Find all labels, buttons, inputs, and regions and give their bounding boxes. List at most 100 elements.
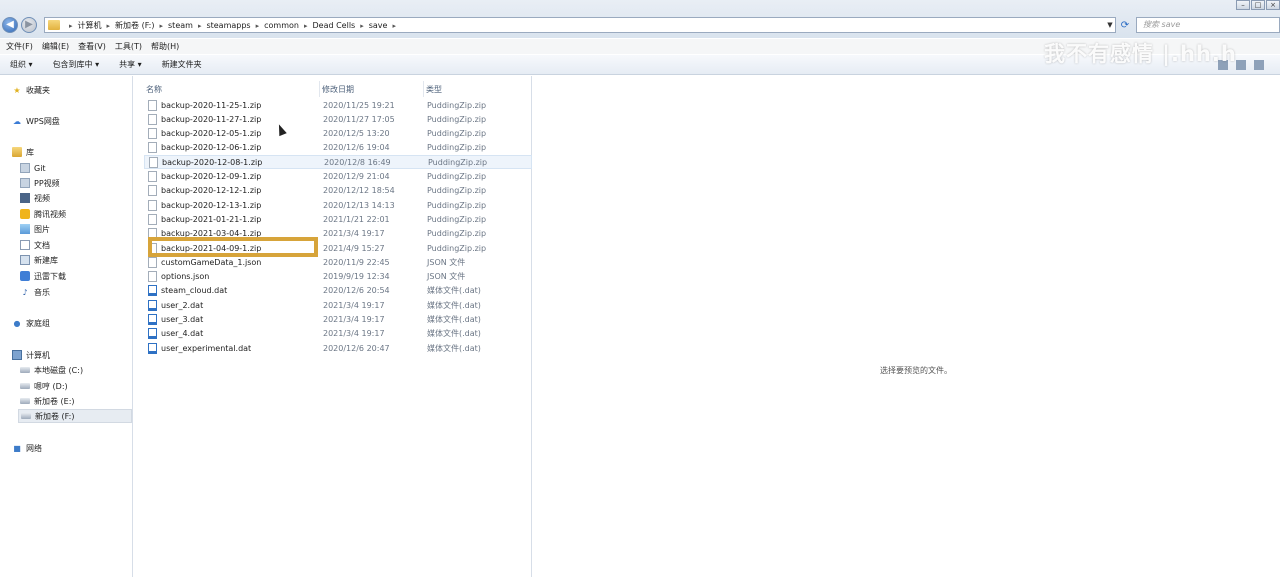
column-header-type[interactable]: 类型: [426, 81, 526, 97]
crumb-drive-f[interactable]: 新加卷 (F:): [113, 20, 156, 31]
address-bar[interactable]: ▸ 计算机 ▸ 新加卷 (F:) ▸ steam ▸ steamapps ▸ c…: [44, 17, 1116, 33]
chevron-down-icon: ▼: [1107, 21, 1113, 29]
nav-library-thunder-downloads[interactable]: 迅雷下载: [20, 269, 66, 283]
json-file-icon: [148, 256, 157, 268]
column-header-date[interactable]: 修改日期: [322, 81, 424, 97]
file-row[interactable]: backup-2020-12-12-1.zip 2020/12/12 18:54 P…: [144, 184, 532, 198]
nav-drive-d[interactable]: 嗯哼 (D:): [20, 379, 68, 393]
nav-library-pp-video[interactable]: PP视频: [20, 176, 60, 190]
nav-drive-f[interactable]: 新加卷 (F:): [18, 409, 132, 423]
nav-network[interactable]: ■ 网络: [12, 441, 42, 455]
file-type: 媒体文件(.dat): [427, 343, 481, 353]
nav-label: 收藏夹: [26, 85, 50, 95]
organize-button[interactable]: 组织 ▾: [10, 59, 33, 70]
column-header-name[interactable]: 名称: [146, 81, 320, 97]
music-icon: ♪: [22, 287, 28, 297]
drive-icon: [20, 367, 30, 373]
file-row[interactable]: backup-2020-12-13-1.zip 2020/12/13 14:13 P…: [144, 198, 532, 212]
file-row[interactable]: options.json 2019/9/19 12:34 JSON 文件: [144, 270, 532, 284]
file-date: 2021/3/4 19:17: [323, 229, 385, 239]
crumb-common[interactable]: common: [262, 21, 301, 30]
file-type: PuddingZip.zip: [427, 114, 487, 124]
crumb-steamapps[interactable]: steamapps: [204, 21, 252, 30]
file-row[interactable]: backup-2020-12-08-1.zip 2020/12/8 16:49 Pu…: [144, 155, 532, 170]
file-name: options.json: [161, 272, 210, 282]
chevron-right-icon[interactable]: ▸: [301, 22, 311, 30]
menu-tools[interactable]: 工具(T): [115, 41, 142, 52]
nav-label: 新建库: [34, 255, 58, 265]
menu-help[interactable]: 帮助(H): [151, 41, 179, 52]
nav-drive-c[interactable]: 本地磁盘 (C:): [20, 363, 83, 377]
file-type: JSON 文件: [427, 272, 466, 282]
file-row[interactable]: backup-2020-11-25-1.zip 2020/11/25 19:21 P…: [144, 98, 532, 112]
chevron-right-icon[interactable]: ▸: [104, 22, 114, 30]
menu-view[interactable]: 查看(V): [78, 41, 106, 52]
nav-drive-e[interactable]: 新加卷 (E:): [20, 394, 75, 408]
preview-pane-icon[interactable]: [1236, 60, 1246, 70]
nav-wps-cloud[interactable]: ☁ WPS网盘: [12, 114, 60, 128]
new-folder-button[interactable]: 新建文件夹: [162, 59, 202, 70]
nav-computer[interactable]: 计算机: [12, 348, 50, 362]
back-button[interactable]: ◀: [2, 17, 18, 33]
file-row[interactable]: backup-2020-11-27-1.zip 2020/11/27 17:05 P…: [144, 112, 532, 126]
file-row[interactable]: steam_cloud.dat 2020/12/6 20:54 媒体文件(.dat): [144, 284, 532, 298]
nav-library-documents[interactable]: 文档: [20, 238, 50, 252]
chevron-right-icon[interactable]: ▸: [357, 22, 367, 30]
chevron-right-icon[interactable]: ▸: [253, 22, 263, 30]
breadcrumb: ▸ 计算机 ▸ 新加卷 (F:) ▸ steam ▸ steamapps ▸ c…: [66, 20, 399, 31]
share-button[interactable]: 共享 ▾: [119, 59, 142, 70]
crumb-computer[interactable]: 计算机: [76, 20, 104, 31]
minimize-button[interactable]: –: [1236, 0, 1250, 10]
maximize-button[interactable]: □: [1251, 0, 1265, 10]
zip-file-icon: [148, 171, 157, 182]
forward-button[interactable]: ▶: [21, 17, 37, 33]
nav-library-git[interactable]: Git: [20, 161, 46, 175]
close-button[interactable]: ×: [1266, 0, 1280, 10]
chevron-right-icon[interactable]: ▸: [157, 22, 167, 30]
address-dropdown-button[interactable]: ▼: [1104, 17, 1116, 33]
chevron-right-icon[interactable]: ▸: [195, 22, 205, 30]
file-row[interactable]: customGameData_1.json 2020/11/9 22:45 JSON…: [144, 255, 532, 269]
nav-libraries[interactable]: 库: [12, 145, 34, 159]
menu-file[interactable]: 文件(F): [6, 41, 33, 52]
nav-favorites[interactable]: ★ 收藏夹: [12, 83, 50, 97]
file-row[interactable]: backup-2021-01-21-1.zip 2021/1/21 22:01 Pu…: [144, 212, 532, 226]
nav-label: 新加卷 (F:): [35, 411, 75, 421]
nav-library-pictures[interactable]: 图片: [20, 222, 50, 236]
file-date: 2020/12/6 20:47: [323, 343, 390, 353]
file-date: 2020/12/12 18:54: [323, 186, 395, 196]
search-input[interactable]: 搜索 save: [1136, 17, 1280, 33]
nav-library-tencent-video[interactable]: 腾讯视频: [20, 207, 66, 221]
nav-label: 嗯哼 (D:): [34, 381, 68, 391]
file-row[interactable]: user_3.dat 2021/3/4 19:17 媒体文件(.dat): [144, 313, 532, 327]
file-name: backup-2020-11-27-1.zip: [161, 114, 262, 124]
file-row[interactable]: user_experimental.dat 2020/12/6 20:47 媒体文件…: [144, 341, 532, 355]
include-in-library-button[interactable]: 包含到库中 ▾: [53, 59, 100, 70]
file-name: backup-2020-11-25-1.zip: [161, 100, 262, 110]
chevron-right-icon: ▸: [69, 21, 73, 30]
file-type: 媒体文件(.dat): [427, 300, 481, 310]
file-row[interactable]: user_4.dat 2021/3/4 19:17 媒体文件(.dat): [144, 327, 532, 341]
arrow-right-icon: ▶: [25, 19, 33, 30]
folder-icon: [20, 163, 30, 173]
drive-icon: [21, 413, 31, 419]
crumb-dead-cells[interactable]: Dead Cells: [310, 21, 357, 30]
crumb-steam[interactable]: steam: [166, 21, 195, 30]
file-row[interactable]: user_2.dat 2021/3/4 19:17 媒体文件(.dat): [144, 298, 532, 312]
menu-edit[interactable]: 编辑(E): [42, 41, 69, 52]
file-name: user_2.dat: [161, 300, 204, 310]
crumb-save[interactable]: save: [367, 21, 390, 30]
chevron-right-icon[interactable]: ▸: [389, 22, 399, 30]
file-row[interactable]: backup-2020-12-06-1.zip 2020/12/6 19:04 Pu…: [144, 141, 532, 155]
nav-library-music[interactable]: ♪ 音乐: [20, 285, 50, 299]
file-list: 名称 修改日期 类型 backup-2020-11-25-1.zip 2020/1…: [134, 76, 532, 577]
file-name: customGameData_1.json: [161, 257, 262, 267]
zip-file-icon: [148, 199, 157, 211]
nav-library-new[interactable]: 新建库: [20, 253, 58, 267]
refresh-button[interactable]: ⟳: [1117, 17, 1133, 33]
file-row[interactable]: backup-2020-12-05-1.zip 2020/12/5 13:20 Pu…: [144, 127, 532, 141]
nav-library-videos[interactable]: 视频: [20, 191, 50, 205]
nav-homegroup[interactable]: ● 家庭组: [12, 316, 51, 330]
help-icon[interactable]: [1254, 60, 1264, 70]
file-row[interactable]: backup-2020-12-09-1.zip 2020/12/9 21:04 Pu…: [144, 170, 532, 184]
